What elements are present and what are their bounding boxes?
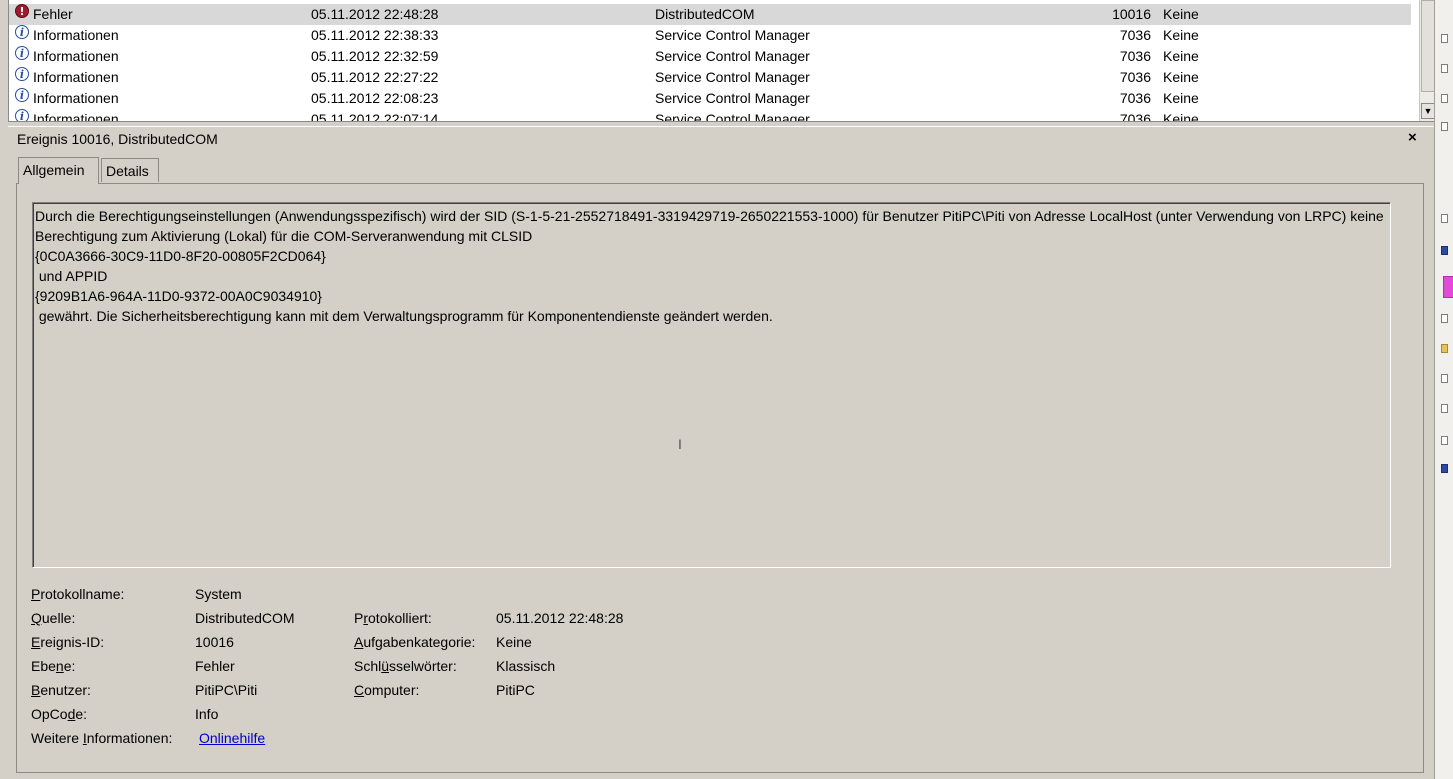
more-info-label: Weitere Informationen:: [31, 730, 173, 746]
row-level: Informationen: [33, 111, 119, 122]
info-icon: i: [15, 88, 29, 102]
level-label: Ebene:: [31, 658, 76, 674]
row-category: Keine: [1163, 6, 1199, 22]
row-level: Informationen: [33, 90, 119, 106]
table-row[interactable]: ! Fehler 05.11.2012 22:48:28 DistributedCOM…: [9, 4, 1411, 25]
row-datetime: 05.11.2012 22:27:22: [311, 69, 439, 85]
row-event-id: 7036: [1119, 69, 1151, 85]
row-level: Informationen: [33, 48, 119, 64]
pane-action-icon[interactable]: [1441, 404, 1448, 413]
table-row[interactable]: i Informationen 05.11.2012 22:27:22 Service…: [9, 67, 1411, 88]
online-help-link[interactable]: Onlinehilfe: [199, 730, 265, 746]
user-value: PitiPC\Piti: [195, 682, 258, 698]
pane-action-icon[interactable]: [1441, 214, 1448, 223]
pane-action-icon[interactable]: [1441, 34, 1448, 43]
pane-action-icon[interactable]: [1443, 276, 1453, 298]
task-category-value: Keine: [496, 634, 532, 650]
opcode-label: OpCode:: [31, 706, 88, 722]
scrollbar-thumb[interactable]: [1421, 0, 1435, 92]
text-cursor-icon: I: [678, 436, 682, 452]
row-category: Keine: [1163, 69, 1199, 85]
close-icon[interactable]: ×: [1408, 129, 1417, 146]
table-row[interactable]: i Informationen 05.11.2012 22:32:59 Service…: [9, 46, 1411, 67]
event-detail-header: Ereignis 10016, DistributedCOM ×: [8, 126, 1434, 151]
pane-action-icon[interactable]: [1441, 94, 1448, 103]
row-level: Informationen: [33, 69, 119, 85]
row-event-id: 10016: [1112, 6, 1151, 22]
pane-action-icon[interactable]: [1441, 122, 1448, 131]
event-id-label: Ereignis-ID:: [31, 634, 105, 650]
computer-label: Computer:: [354, 682, 420, 698]
tab-allgemein[interactable]: Allgemein: [18, 157, 99, 184]
table-row[interactable]: i Informationen 05.11.2012 22:38:33 Service…: [9, 25, 1411, 46]
source-label: Quelle:: [31, 610, 76, 626]
row-event-id: 7036: [1119, 27, 1151, 43]
row-event-id: 7036: [1119, 90, 1151, 106]
computer-value: PitiPC: [496, 682, 535, 698]
row-datetime: 05.11.2012 22:32:59: [311, 48, 439, 64]
row-source: Service Control Manager: [655, 69, 810, 85]
info-icon: i: [15, 25, 29, 39]
row-source: Service Control Manager: [655, 48, 810, 64]
log-name-label: Protokollname:: [31, 586, 125, 602]
row-source: Service Control Manager: [655, 90, 810, 106]
pane-action-icon[interactable]: [1441, 246, 1448, 255]
log-name-value: System: [195, 586, 242, 602]
row-source: DistributedCOM: [655, 6, 755, 22]
row-datetime: 05.11.2012 22:07:14: [311, 111, 439, 122]
vertical-scrollbar[interactable]: ▼: [1419, 0, 1435, 121]
user-label: Benutzer:: [31, 682, 91, 698]
actions-pane-edge: [1434, 0, 1453, 779]
row-category: Keine: [1163, 90, 1199, 106]
keywords-value: Klassisch: [496, 658, 556, 674]
scroll-down-arrow-icon[interactable]: ▼: [1421, 103, 1435, 119]
table-row[interactable]: i Informationen 05.11.2012 22:08:23 Service…: [9, 88, 1411, 109]
event-detail-title: Ereignis 10016, DistributedCOM: [17, 131, 218, 147]
pane-action-icon[interactable]: [1441, 64, 1448, 73]
logged-value: 05.11.2012 22:48:28: [496, 610, 624, 626]
pane-action-icon[interactable]: [1441, 436, 1448, 445]
row-category: Keine: [1163, 27, 1199, 43]
event-id-value: 10016: [195, 634, 234, 650]
row-datetime: 05.11.2012 22:38:33: [311, 27, 439, 43]
row-event-id: 7036: [1119, 111, 1151, 122]
keywords-label: Schlüsselwörter:: [354, 658, 457, 674]
info-icon: i: [15, 67, 29, 81]
table-row[interactable]: i Informationen 05.11.2012 22:07:14 Service…: [9, 109, 1411, 122]
opcode-value: Info: [195, 706, 219, 722]
event-description-text[interactable]: Durch die Berechtigungseinstellungen (An…: [32, 202, 1391, 568]
row-level: Informationen: [33, 27, 119, 43]
pane-action-icon[interactable]: [1441, 374, 1448, 383]
row-category: Keine: [1163, 111, 1199, 122]
row-event-id: 7036: [1119, 48, 1151, 64]
pane-action-icon[interactable]: [1441, 314, 1448, 323]
event-list[interactable]: ! Fehler 05.11.2012 22:48:28 DistributedCOM…: [8, 0, 1435, 122]
row-source: Service Control Manager: [655, 111, 810, 122]
row-datetime: 05.11.2012 22:48:28: [311, 6, 439, 22]
pane-action-icon[interactable]: [1441, 464, 1448, 473]
task-category-label: Aufgabenkategorie:: [354, 634, 476, 650]
info-icon: i: [15, 46, 29, 60]
logged-label: Protokolliert:: [354, 610, 432, 626]
source-value: DistributedCOM: [195, 610, 295, 626]
level-value: Fehler: [195, 658, 235, 674]
info-icon: i: [15, 109, 29, 121]
tab-details[interactable]: Details: [101, 158, 159, 182]
row-category: Keine: [1163, 48, 1199, 64]
row-source: Service Control Manager: [655, 27, 810, 43]
row-level: Fehler: [33, 6, 73, 22]
row-datetime: 05.11.2012 22:08:23: [311, 90, 439, 106]
pane-action-icon[interactable]: [1441, 344, 1448, 353]
error-icon: !: [15, 4, 29, 18]
